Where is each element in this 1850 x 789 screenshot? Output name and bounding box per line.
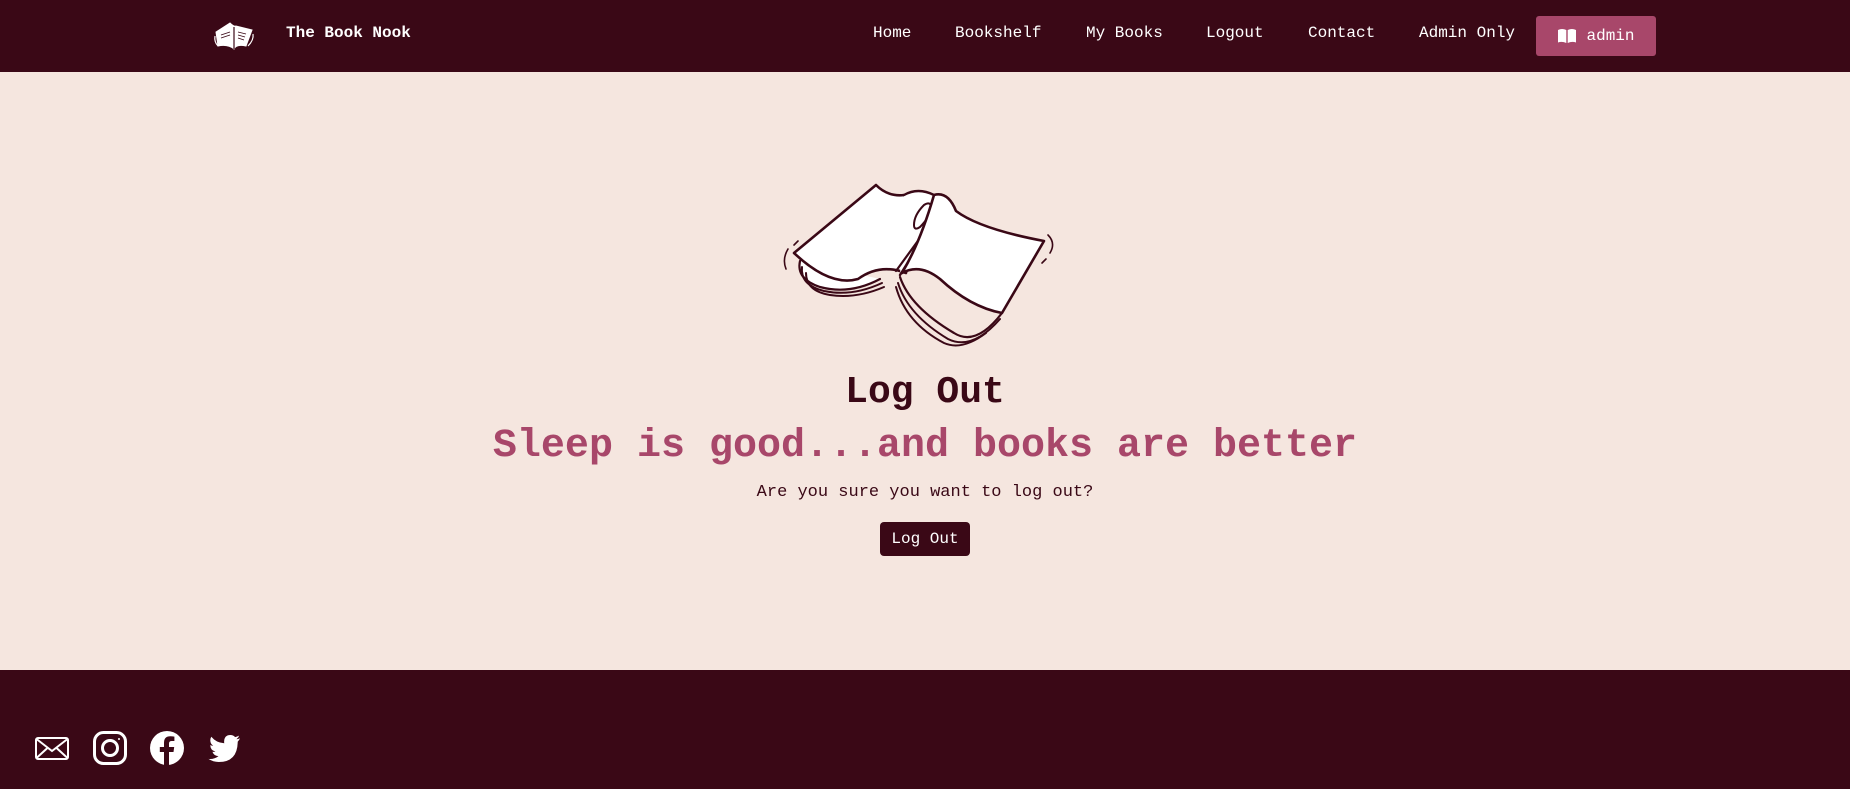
mail-icon[interactable] — [34, 730, 70, 766]
tagline: Sleep is good...and books are better — [492, 424, 1358, 469]
logout-button[interactable]: Log Out — [880, 522, 970, 556]
facebook-icon[interactable] — [149, 730, 185, 766]
nav-home[interactable]: Home — [873, 23, 911, 43]
user-menu-label: admin — [1586, 27, 1635, 45]
nav-admin-only[interactable]: Admin Only — [1419, 23, 1515, 43]
book-icon — [1558, 29, 1577, 43]
nav-my-books[interactable]: My Books — [1086, 23, 1163, 43]
brand-name[interactable]: The Book Nook — [286, 23, 411, 43]
open-book-logo-icon[interactable] — [212, 18, 256, 52]
instagram-icon[interactable] — [92, 730, 128, 766]
nav-contact[interactable]: Contact — [1308, 23, 1375, 43]
user-menu-button[interactable]: admin — [1536, 16, 1656, 56]
nav-bookshelf[interactable]: Bookshelf — [955, 23, 1041, 43]
nav-logout[interactable]: Logout — [1206, 23, 1264, 43]
navbar: The Book Nook Home Bookshelf My Books Lo… — [0, 0, 1850, 72]
page-title: Log Out — [845, 371, 1005, 414]
logout-confirmation-text: Are you sure you want to log out? — [756, 483, 1094, 502]
twitter-icon[interactable] — [206, 730, 242, 766]
main-content: Log Out Sleep is good...and books are be… — [0, 72, 1850, 670]
footer — [0, 670, 1850, 789]
open-book-illustration — [783, 183, 1054, 347]
